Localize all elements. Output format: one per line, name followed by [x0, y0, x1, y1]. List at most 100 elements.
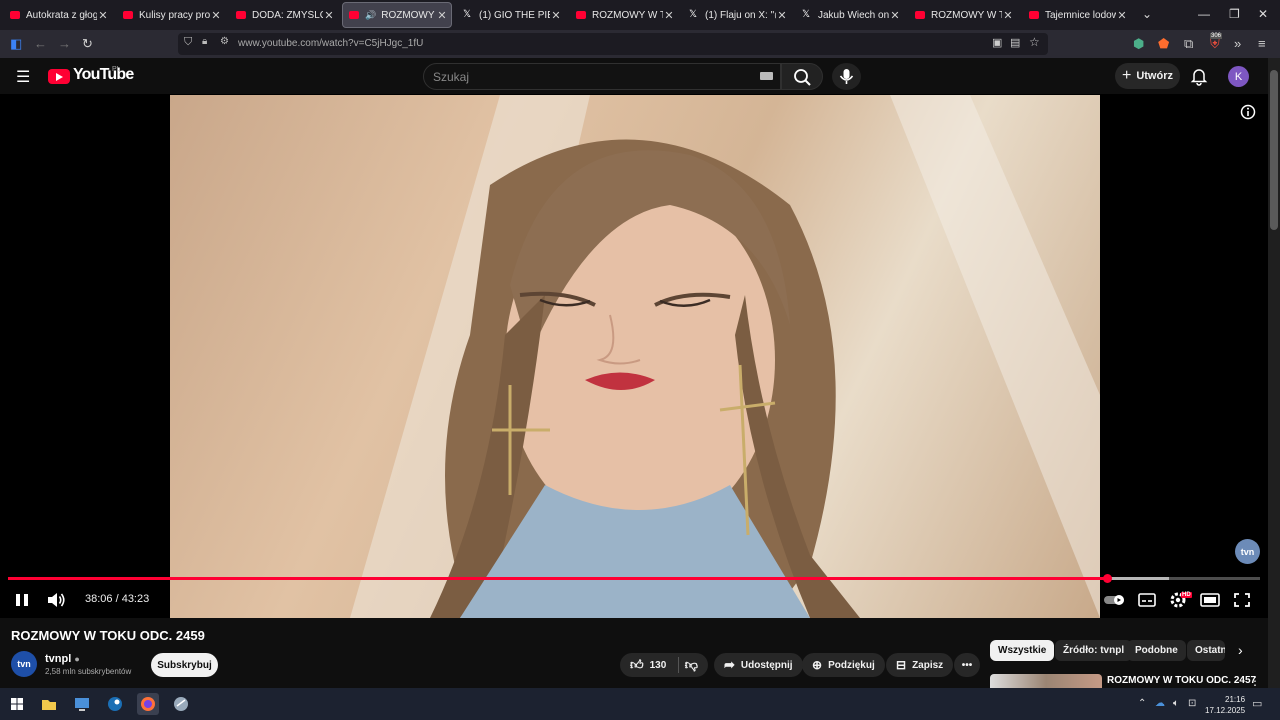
window-close-icon[interactable]: ✕: [1258, 7, 1268, 21]
thanks-button[interactable]: ⊕ Podziękuj: [802, 653, 885, 677]
region-label: PL: [112, 66, 121, 73]
computer-app-icon[interactable]: [71, 693, 93, 715]
hamburger-menu-icon[interactable]: ☰: [16, 67, 30, 87]
back-icon[interactable]: ←: [34, 36, 47, 51]
channel-avatar[interactable]: tvn: [11, 651, 37, 677]
reader-view-icon[interactable]: ▤: [1010, 36, 1020, 49]
menu-icon[interactable]: ≡: [1258, 36, 1266, 51]
close-icon[interactable]: ✕: [436, 9, 448, 22]
create-label: Utwórz: [1136, 70, 1173, 82]
firefox-icon[interactable]: [137, 693, 159, 715]
autoplay-toggle-icon[interactable]: [1103, 590, 1127, 610]
browser-tab[interactable]: DODA: ZMYŚLONE ZDJĘCIE ✕: [230, 3, 338, 27]
sidebar-toggle-icon[interactable]: ◧: [10, 36, 22, 52]
subscribe-button[interactable]: Subskrybuj: [151, 653, 218, 677]
close-icon[interactable]: ✕: [1116, 9, 1128, 22]
notifications-icon[interactable]: ▭: [1252, 697, 1262, 710]
extension-icon[interactable]: ⬢: [1133, 36, 1144, 52]
minimize-icon[interactable]: —: [1198, 7, 1210, 21]
pause-icon[interactable]: [11, 590, 33, 610]
thumbs-up-icon[interactable]: 👍︎: [630, 657, 644, 673]
close-icon[interactable]: ✕: [776, 9, 788, 22]
windows-start-icon[interactable]: [6, 693, 28, 715]
browser-tab[interactable]: Tajemnice lodowca - ✕: [1023, 3, 1131, 27]
tab-label: ROZMOWY W TOKU: [381, 9, 436, 21]
browser-tab[interactable]: 𝕏 (1) Flaju on X: "@mar ✕: [683, 3, 791, 27]
restore-icon[interactable]: ❐: [1229, 7, 1240, 21]
close-icon[interactable]: ✕: [323, 9, 335, 22]
channel-name[interactable]: tvnpl ●: [45, 653, 80, 665]
search-button[interactable]: [781, 63, 823, 90]
browser-tab[interactable]: 𝕏 Jakub Wiech on X: "Z ✕: [796, 3, 904, 27]
extension-icon[interactable]: ⬟: [1158, 36, 1169, 52]
browser-tab[interactable]: ROZMOWY W TOKU ✕: [570, 3, 678, 27]
tray-chevron-icon[interactable]: ⌃: [1138, 698, 1146, 709]
speaker-icon[interactable]: 🔊: [365, 10, 376, 21]
chip-similar[interactable]: Podobne: [1127, 640, 1186, 661]
close-icon[interactable]: ✕: [663, 9, 675, 22]
info-icon[interactable]: [1240, 104, 1256, 120]
speaker-tray-icon[interactable]: 🔈︎: [1173, 698, 1179, 709]
like-count[interactable]: 130: [650, 660, 667, 671]
related-video-title[interactable]: ROZMOWY W TOKU ODC. 2457: [1107, 675, 1256, 686]
volume-icon[interactable]: [45, 590, 67, 610]
app-icon[interactable]: [170, 693, 192, 715]
browser-tab[interactable]: ROZMOWY W TOKU ✕: [909, 3, 1017, 27]
browser-navbar: ◧ ← → ↻ ⛉ 🔒︎ ⚙ www.youtube.com/watch?v=C…: [0, 30, 1280, 58]
share-button[interactable]: ➦ Udostępnij: [714, 653, 803, 677]
keyboard-icon[interactable]: [760, 72, 773, 80]
scrollbar-thumb[interactable]: [1270, 70, 1278, 230]
permissions-icon[interactable]: ⚙: [220, 36, 229, 47]
create-button[interactable]: + Utwórz: [1115, 63, 1180, 89]
network-icon[interactable]: ⊡: [1188, 698, 1196, 709]
extensions-puzzle-icon[interactable]: ⧉: [1184, 36, 1193, 52]
channel-watermark[interactable]: tvn: [1235, 539, 1260, 564]
browser-tab[interactable]: Autokrata z głogowskiej ✕: [4, 3, 112, 27]
more-vertical-icon[interactable]: ⋮: [1249, 674, 1261, 688]
steam-icon[interactable]: [104, 693, 126, 715]
browser-tab-active[interactable]: 🔊 ROZMOWY W TOKU ✕: [342, 2, 452, 28]
chip-all[interactable]: Wszystkie: [990, 640, 1055, 661]
onedrive-icon[interactable]: ☁: [1155, 698, 1165, 709]
windows-taskbar: [0, 688, 1280, 720]
overflow-chevron-icon[interactable]: »: [1234, 36, 1241, 51]
theater-mode-icon[interactable]: [1199, 590, 1221, 610]
clock[interactable]: 21:16 17.12.2025: [1205, 694, 1245, 716]
tab-label: (1) Flaju on X: "@mar: [705, 9, 776, 21]
close-icon[interactable]: ✕: [889, 9, 901, 22]
picture-in-picture-icon[interactable]: ▣: [992, 36, 1002, 49]
tab-list-icon[interactable]: ⌄: [1142, 7, 1152, 21]
progress-scrubber[interactable]: [1102, 574, 1112, 583]
voice-search-button[interactable]: [832, 63, 861, 90]
subtitles-icon[interactable]: [1136, 590, 1158, 610]
reload-icon[interactable]: ↻: [82, 36, 93, 52]
close-icon[interactable]: ✕: [1002, 9, 1014, 22]
notifications-bell-icon[interactable]: [1189, 66, 1209, 86]
channel-name-text[interactable]: tvnpl: [45, 653, 71, 665]
save-button[interactable]: ⊟ Zapisz: [886, 653, 954, 677]
youtube-logo-text[interactable]: YouTube: [73, 66, 134, 84]
account-avatar[interactable]: K: [1228, 66, 1249, 87]
related-video-thumbnail[interactable]: [990, 674, 1102, 688]
file-explorer-icon[interactable]: [38, 693, 60, 715]
shield-icon[interactable]: ⛉: [184, 36, 192, 49]
close-icon[interactable]: ✕: [550, 9, 562, 22]
thumbs-down-icon[interactable]: 👎︎: [685, 657, 698, 673]
lock-icon[interactable]: 🔒︎: [202, 36, 207, 47]
browser-tab[interactable]: 𝕏 (1) GIO THE PIEKIELNY ✕: [457, 3, 565, 27]
chevron-right-icon[interactable]: ›: [1238, 642, 1243, 658]
more-actions-button[interactable]: •••: [954, 653, 980, 677]
address-bar[interactable]: ⛉ 🔒︎ ⚙ www.youtube.com/watch?v=C5jHJgc_1…: [178, 33, 1048, 55]
youtube-logo-icon[interactable]: [48, 69, 70, 84]
search-input[interactable]: [423, 63, 781, 90]
chip-recent[interactable]: Ostatnio: [1187, 640, 1225, 661]
chip-source[interactable]: Źródło: tvnpl: [1055, 640, 1133, 661]
forward-icon[interactable]: →: [58, 36, 71, 51]
close-icon[interactable]: ✕: [97, 9, 109, 22]
bookmark-star-icon[interactable]: ☆: [1029, 35, 1040, 49]
tab-label: Tajemnice lodowca -: [1045, 9, 1116, 21]
close-icon[interactable]: ✕: [210, 9, 222, 22]
fullscreen-icon[interactable]: [1231, 590, 1253, 610]
video-frame[interactable]: [170, 95, 1100, 618]
browser-tab[interactable]: Kulisy pracy prostytutki ✕: [117, 3, 225, 27]
